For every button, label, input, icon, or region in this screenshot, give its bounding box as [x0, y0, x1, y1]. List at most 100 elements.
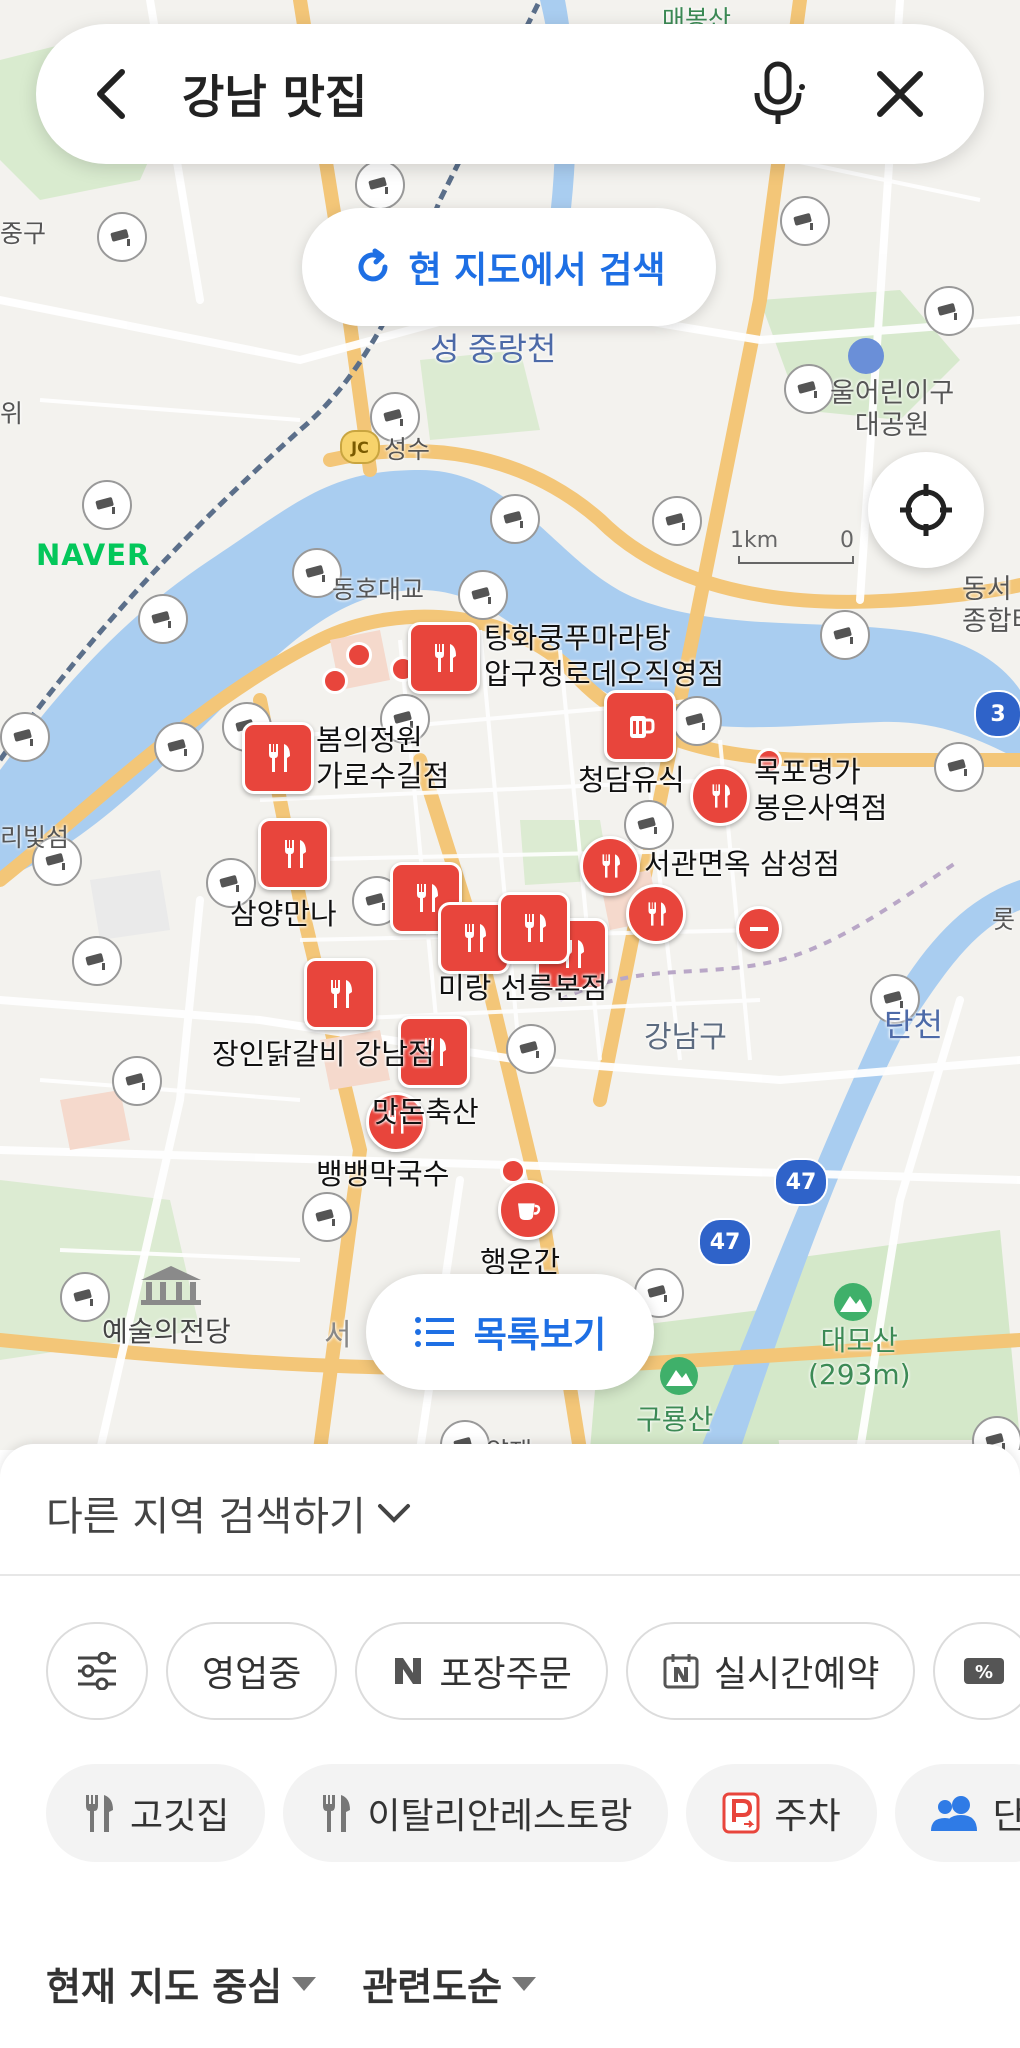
search-this-area-button[interactable]: 현 지도에서 검색	[302, 208, 716, 326]
route-badge-47: 47	[774, 1158, 828, 1206]
list-view-button[interactable]: 목록보기	[366, 1274, 654, 1390]
filter-chip-coupon[interactable]: %	[933, 1622, 1020, 1720]
cctv-icon[interactable]	[780, 196, 830, 246]
cctv-icon[interactable]	[355, 160, 405, 210]
scale-bar: 1km 0	[730, 528, 854, 564]
category-chip-parking[interactable]: 주차	[686, 1764, 877, 1862]
place-label[interactable]: 삼양만나	[230, 896, 337, 932]
sort-relevance-label: 관련도순	[362, 1965, 503, 2009]
cctv-icon[interactable]	[784, 364, 834, 414]
cctv-icon[interactable]	[506, 1024, 556, 1074]
naver-n-icon	[391, 1654, 425, 1688]
cctv-icon[interactable]	[82, 480, 132, 530]
cctv-icon[interactable]	[924, 286, 974, 336]
bar-pin[interactable]	[604, 690, 676, 762]
naver-logo: NAVER	[36, 538, 151, 572]
place-label[interactable]: 탕화쿵푸마라탕 압구정로데오직영점	[484, 620, 724, 692]
category-chip-group[interactable]: 단	[894, 1764, 1020, 1862]
cctv-icon[interactable]	[672, 696, 722, 746]
cctv-icon[interactable]	[458, 570, 508, 620]
bottom-sheet[interactable]: 다른 지역 검색하기 영업중 포장주문 실시간예약 % 고깃집 이탈리안레스토랑	[0, 1444, 1020, 2048]
close-icon	[877, 71, 923, 117]
scale-left-label: 1km	[730, 528, 779, 553]
map-label-lotte: 롯	[992, 905, 1016, 934]
cctv-icon[interactable]	[0, 712, 50, 762]
sort-row[interactable]: 현재 지도 중심 관련도순	[46, 1956, 538, 2011]
map-label-guryongsan: 구룡산	[636, 1403, 714, 1436]
map-label-seo: 서	[324, 1318, 352, 1353]
place-label[interactable]: 장인닭갈비 강남점	[212, 1036, 435, 1072]
clear-button[interactable]	[864, 58, 936, 130]
cctv-icon[interactable]	[490, 494, 540, 544]
filter-chip-open-now[interactable]: 영업중	[166, 1622, 338, 1720]
map-label-yongsan-side: 리빛섬	[0, 823, 70, 852]
map-label-tancheon: 탄천	[884, 1006, 943, 1044]
restaurant-pin[interactable]	[242, 722, 314, 794]
place-label[interactable]: 목포명가 봉은사역점	[754, 754, 887, 826]
restaurant-pin[interactable]	[626, 884, 686, 944]
cctv-icon[interactable]	[934, 742, 984, 792]
map-view[interactable]: 중구 위 성 중랑천 JC 성수 동호대교 울어린이구 대공원 동서 종합터 3…	[0, 0, 1020, 1450]
place-label[interactable]: 서관면옥 삼성점	[644, 846, 840, 882]
category-chip-italian[interactable]: 이탈리안레스토랑	[283, 1764, 669, 1862]
filter-chip-reservation[interactable]: 실시간예약	[625, 1622, 916, 1720]
restaurant-pin[interactable]	[258, 818, 330, 890]
chip-label: 실시간예약	[713, 1654, 880, 1695]
place-label[interactable]: 봄의정원 가로수길점	[316, 722, 449, 794]
chip-label: 주차	[774, 1796, 841, 1837]
search-query[interactable]: 강남 맛집	[182, 61, 742, 127]
cctv-icon[interactable]	[652, 496, 702, 546]
sliders-icon	[76, 1652, 118, 1690]
caret-down-icon	[510, 1975, 538, 1993]
cctv-icon[interactable]	[72, 936, 122, 986]
sort-relevance-dropdown[interactable]: 관련도순	[362, 1956, 538, 2011]
refresh-icon	[353, 247, 393, 287]
cctv-icon[interactable]	[624, 800, 674, 850]
mountain-icon	[830, 1282, 876, 1326]
filter-chip-row[interactable]: 영업중 포장주문 실시간예약 %	[46, 1622, 1020, 1720]
place-label[interactable]: 청담유식	[578, 762, 685, 798]
cctv-icon[interactable]	[97, 212, 147, 262]
divider	[0, 1574, 1020, 1576]
chevron-down-icon	[376, 1501, 412, 1525]
restaurant-pin[interactable]	[580, 836, 640, 896]
cctv-icon[interactable]	[302, 1192, 352, 1242]
search-bar[interactable]: 강남 맛집	[36, 24, 984, 164]
fork-knife-icon	[82, 1792, 116, 1834]
category-chip-bbq[interactable]: 고깃집	[46, 1764, 266, 1862]
filter-chip-takeout[interactable]: 포장주문	[355, 1622, 608, 1720]
voice-search-button[interactable]	[742, 58, 814, 130]
place-label[interactable]: 뱅뱅막국수	[316, 1156, 449, 1192]
current-location-button[interactable]	[868, 452, 984, 568]
sort-map-center-dropdown[interactable]: 현재 지도 중심	[46, 1956, 318, 2011]
search-this-area-label: 현 지도에서 검색	[408, 250, 666, 291]
scale-right-label: 0	[840, 528, 854, 553]
cctv-icon[interactable]	[154, 722, 204, 772]
map-label-jung-gu: 중구	[0, 219, 47, 248]
place-label[interactable]: 맛돈축산	[372, 1094, 479, 1130]
sort-map-center-label: 현재 지도 중심	[46, 1965, 283, 2009]
restaurant-pin[interactable]	[498, 892, 570, 964]
place-dot[interactable]	[322, 668, 348, 694]
calendar-icon	[662, 1652, 700, 1690]
cctv-icon[interactable]	[820, 610, 870, 660]
cafe-pin[interactable]	[498, 1180, 558, 1240]
cctv-icon[interactable]	[138, 594, 188, 644]
cctv-icon[interactable]	[112, 1056, 162, 1106]
map-label-seongsu: 성수	[384, 435, 431, 464]
place-dot[interactable]	[346, 642, 372, 668]
map-label-children-park: 울어린이구 대공원	[830, 378, 955, 441]
restaurant-pin[interactable]	[304, 958, 376, 1030]
back-button[interactable]	[76, 58, 148, 130]
category-chip-row[interactable]: 고깃집 이탈리안레스토랑 주차 단	[46, 1764, 1020, 1862]
map-label-wi: 위	[0, 399, 24, 428]
filter-settings-button[interactable]	[46, 1622, 148, 1720]
other-area-dropdown[interactable]: 다른 지역 검색하기	[46, 1484, 412, 1542]
restaurant-pin[interactable]	[408, 622, 480, 694]
map-label-gangnam-gu: 강남구	[644, 1020, 727, 1055]
restaurant-pin[interactable]	[690, 766, 750, 826]
map-label-dongho: 동호대교	[332, 575, 425, 604]
fork-knife-icon	[319, 1792, 353, 1834]
place-label[interactable]: 미랑 선릉본점	[438, 970, 607, 1006]
closed-pin[interactable]	[736, 906, 782, 952]
